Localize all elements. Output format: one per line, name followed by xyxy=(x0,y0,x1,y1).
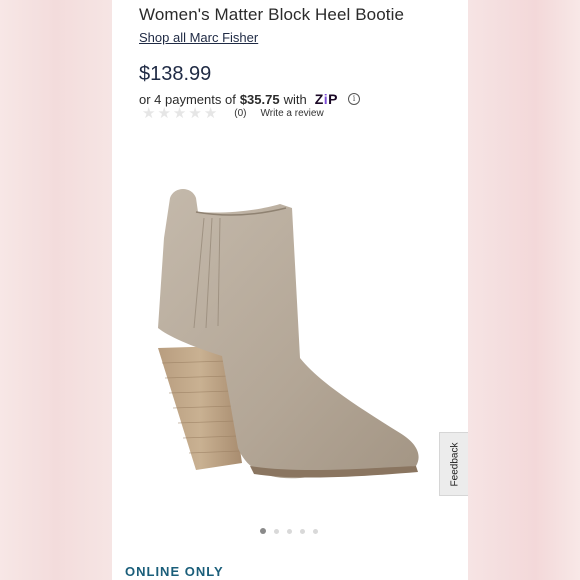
star-icon: ★ xyxy=(188,105,202,122)
carousel-dot[interactable] xyxy=(260,528,266,534)
carousel-dots xyxy=(260,528,318,534)
carousel-dot[interactable] xyxy=(287,528,292,534)
zip-logo: ZiP xyxy=(314,91,339,107)
review-count: (0) xyxy=(234,108,247,119)
feedback-tab[interactable]: Feedback xyxy=(439,432,468,496)
phone-screen: Women's Matter Block Heel Bootie Shop al… xyxy=(112,0,468,580)
shop-brand-link[interactable]: Shop all Marc Fisher xyxy=(139,30,258,45)
product-title: Women's Matter Block Heel Bootie xyxy=(139,5,405,24)
feedback-label: Feedback xyxy=(449,442,461,486)
installment-suffix: with xyxy=(283,91,307,107)
star-icon: ★ xyxy=(172,105,187,122)
rating-row: ★ ★ ★ ★ ★ (0) Write a review xyxy=(142,106,324,121)
write-review-link[interactable]: Write a review xyxy=(261,108,324,119)
star-icon: ★ xyxy=(203,105,218,122)
installment-amount: $35.75 xyxy=(239,91,280,107)
background-right xyxy=(468,0,580,580)
background-left xyxy=(0,0,112,580)
star-icon: ★ xyxy=(142,105,156,122)
star-rating[interactable]: ★ ★ ★ ★ ★ xyxy=(142,106,217,121)
product-price: $138.99 xyxy=(139,63,212,85)
product-image[interactable] xyxy=(150,178,430,498)
info-icon[interactable]: i xyxy=(348,93,361,105)
star-icon: ★ xyxy=(157,105,171,122)
carousel-dot[interactable] xyxy=(274,528,279,534)
carousel-dot[interactable] xyxy=(313,528,318,534)
carousel-dot[interactable] xyxy=(300,528,305,534)
online-only-badge: ONLINE ONLY xyxy=(125,564,224,579)
